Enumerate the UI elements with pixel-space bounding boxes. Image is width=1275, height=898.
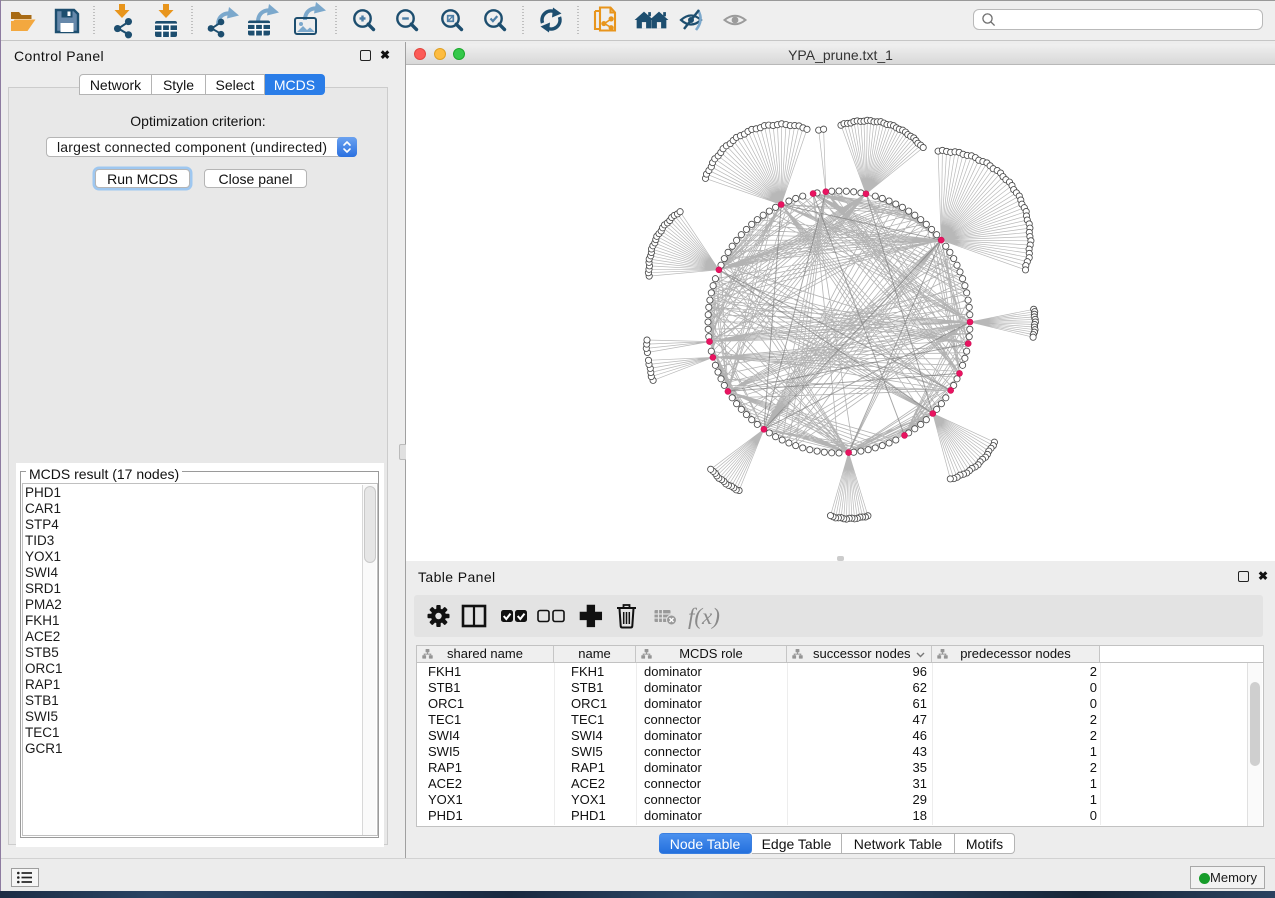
svg-text:f(x): f(x) <box>688 604 720 629</box>
